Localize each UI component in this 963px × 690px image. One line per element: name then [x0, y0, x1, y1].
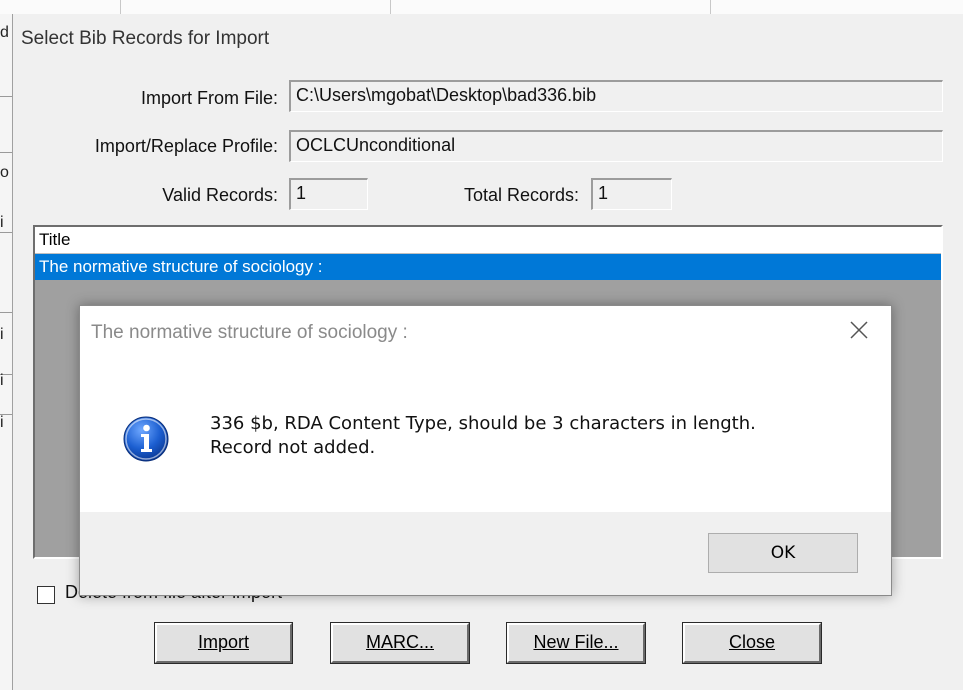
import-from-file-field[interactable]: C:\Users\mgobat\Desktop\bad336.bib — [289, 80, 943, 112]
valid-records-label: Valid Records: — [162, 185, 278, 205]
message-box-title: The normative structure of sociology : — [91, 322, 408, 343]
background-char: d — [0, 24, 9, 41]
ok-button[interactable]: OK — [708, 533, 858, 573]
message-box-body: 336 $b, RDA Content Type, should be 3 ch… — [80, 366, 891, 512]
new-file-button[interactable]: New File... — [506, 622, 646, 664]
list-item[interactable]: The normative structure of sociology : — [35, 254, 941, 280]
message-line-2: Record not added. — [210, 437, 376, 458]
close-button-label: Close — [728, 632, 776, 652]
profile-field[interactable]: OCLCUnconditional — [289, 130, 943, 162]
background-toolbar — [0, 0, 963, 15]
import-button-label: Import — [197, 632, 249, 652]
info-icon — [122, 415, 170, 463]
background-char: o — [0, 164, 9, 181]
marc-button-label: MARC... — [365, 632, 434, 652]
error-message-box: The normative structure of sociology : 3… — [79, 305, 892, 596]
background-char: i — [0, 214, 4, 231]
new-file-button-label: New File... — [533, 632, 619, 652]
background-side-strip: d o i i i i — [0, 14, 12, 690]
message-text: 336 $b, RDA Content Type, should be 3 ch… — [210, 412, 756, 460]
valid-records-field[interactable]: 1 — [289, 178, 368, 210]
message-box-footer: OK — [80, 512, 891, 595]
background-char: i — [0, 414, 4, 431]
marc-button[interactable]: MARC... — [330, 622, 470, 664]
dialog-title: Select Bib Records for Import — [21, 28, 270, 49]
background-char: i — [0, 326, 4, 343]
background-char: i — [0, 372, 4, 389]
delete-after-import-checkbox[interactable] — [37, 586, 55, 604]
column-header-title[interactable]: Title — [35, 227, 941, 254]
import-from-file-label: Import From File: — [140, 88, 278, 108]
import-button[interactable]: Import — [154, 622, 293, 664]
close-icon[interactable] — [845, 316, 873, 344]
message-line-1: 336 $b, RDA Content Type, should be 3 ch… — [210, 413, 756, 434]
total-records-field[interactable]: 1 — [591, 178, 672, 210]
profile-label: Import/Replace Profile: — [94, 136, 278, 156]
total-records-label: Total Records: — [463, 185, 579, 205]
close-button[interactable]: Close — [682, 622, 822, 664]
